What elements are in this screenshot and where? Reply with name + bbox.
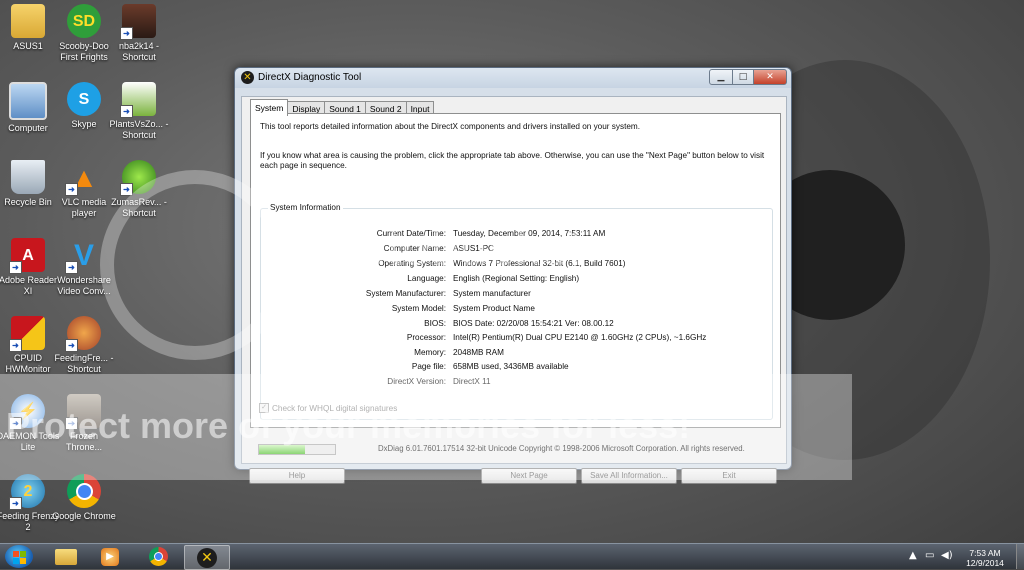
windows-logo-icon (13, 558, 19, 564)
feeding-frenzy-icon: ➜ (65, 316, 101, 352)
watermark-band-text: Protect more of your memories for less! (6, 405, 691, 446)
desktop-icon-label: Recycle Bin (4, 197, 52, 207)
group-title: System Information (268, 203, 343, 212)
info-label: Memory: (414, 348, 446, 357)
recycle-bin-icon (11, 160, 45, 194)
windows-logo-icon (20, 551, 26, 557)
desktop-icon-recycle-bin[interactable]: Recycle Bin (0, 160, 60, 208)
desktop-icon-asus1[interactable]: ASUS1 (0, 4, 60, 52)
info-label: System Model: (391, 304, 446, 313)
taskbar: ▶ ✕ ▲ ▭ ◀) 7:53 AM 12/9/2014 (0, 543, 1024, 570)
tab-system[interactable]: System (250, 99, 289, 116)
windows-explorer-icon (55, 548, 77, 565)
volume-icon[interactable]: ◀) (941, 550, 953, 561)
desktop-icon-label: Skype (71, 119, 97, 129)
minimize-button[interactable]: ▁ (709, 69, 733, 85)
info-value: System manufacturer (453, 289, 531, 298)
computer-icon (9, 82, 47, 120)
desktop-icon-nba2k14[interactable]: ➜ nba2k14 - Shortcut (107, 4, 171, 63)
directx-icon: ✕ (197, 547, 217, 568)
folder-icon (11, 4, 45, 38)
info-row-processor: Processor: Intel(R) Pentium(R) Dual CPU … (261, 333, 772, 345)
desktop-icon-label: Computer (8, 123, 48, 133)
desktop-icon-label: Scooby-Doo First Frights (59, 41, 109, 62)
scooby-doo-game-icon: SD (67, 4, 101, 38)
taskbar-chrome[interactable] (138, 545, 178, 568)
clock[interactable]: 7:53 AM 12/9/2014 (958, 548, 1012, 568)
desktop-icon-adobe-reader[interactable]: A ➜ Adobe Reader XI (0, 238, 60, 297)
show-hidden-icons-icon[interactable]: ▲ (909, 550, 917, 561)
info-label: Processor: (406, 333, 446, 342)
desktop-icon-label: PlantsVsZo... - Shortcut (109, 119, 169, 140)
window-titlebar[interactable]: ✕ DirectX Diagnostic Tool ▁ □ ✕ (235, 68, 791, 88)
desktop-icon-label: Adobe Reader XI (0, 275, 58, 296)
shortcut-arrow-icon: ➜ (65, 183, 78, 196)
shortcut-arrow-icon: ➜ (9, 261, 22, 274)
info-row-memory: Memory: 2048MB RAM (261, 348, 772, 360)
hwmonitor-icon: ➜ (9, 316, 45, 352)
chrome-center-icon (153, 552, 163, 561)
show-desktop-button[interactable] (1016, 544, 1024, 569)
info-row-system-model: System Model: System Product Name (261, 304, 772, 316)
chrome-icon (148, 547, 168, 566)
wondershare-icon: V ➜ (65, 238, 101, 274)
shortcut-arrow-icon: ➜ (9, 339, 22, 352)
clock-time: 7:53 AM (969, 548, 1001, 558)
info-row-system-manufacturer: System Manufacturer: System manufacturer (261, 289, 772, 301)
nba2k14-icon: ➜ (120, 4, 156, 40)
info-label: System Manufacturer: (365, 289, 446, 298)
watermark-ring (100, 170, 290, 360)
shortcut-arrow-icon: ➜ (9, 497, 22, 510)
watermark-logo: photobucket (300, 219, 584, 277)
network-icon[interactable]: ▭ (925, 550, 934, 561)
media-player-icon: ▶ (101, 547, 119, 566)
desktop-icon-label: FeedingFre... - Shortcut (54, 353, 114, 374)
info-value: System Product Name (453, 304, 535, 313)
shortcut-arrow-icon: ➜ (120, 105, 133, 118)
windows-logo-icon (20, 558, 26, 564)
clock-date: 12/9/2014 (966, 558, 1004, 568)
chrome-center-icon (75, 482, 93, 500)
windows-logo-icon (13, 551, 19, 557)
tab-strip: System Display Sound 1 Sound 2 Input (250, 99, 435, 116)
plants-vs-zombies-icon: ➜ (120, 82, 156, 118)
info-value: 658MB used, 3436MB available (453, 362, 569, 371)
desktop-icon-feeding-frenzy-2[interactable]: 2 ➜ Feeding Frenzy 2 (0, 474, 60, 533)
desktop-icon-label: CPUID HWMonitor (5, 353, 51, 374)
desktop-icon-label: VLC media player (61, 197, 107, 218)
adobe-reader-icon: A ➜ (9, 238, 45, 274)
taskbar-media-player[interactable]: ▶ (90, 545, 130, 568)
close-button[interactable]: ✕ (753, 69, 787, 85)
desktop-icon-label: Feeding Frenzy 2 (0, 511, 60, 532)
vlc-icon: ▲ ➜ (65, 160, 101, 196)
maximize-button[interactable]: □ (732, 69, 754, 85)
desktop-icon-google-chrome[interactable]: Google Chrome (52, 474, 116, 522)
desktop-icon-label: ASUS1 (13, 41, 43, 51)
info-value: BIOS Date: 02/20/08 15:54:21 Ver: 08.00.… (453, 319, 614, 328)
desktop-icon-label: Google Chrome (52, 511, 116, 521)
info-row-bios: BIOS: BIOS Date: 02/20/08 15:54:21 Ver: … (261, 319, 772, 331)
desktop-icon-hwmonitor[interactable]: ➜ CPUID HWMonitor (0, 316, 60, 375)
taskbar-directx[interactable]: ✕ (184, 545, 230, 570)
shortcut-arrow-icon: ➜ (120, 27, 133, 40)
shortcut-arrow-icon: ➜ (65, 261, 78, 274)
info-value: 2048MB RAM (453, 348, 504, 357)
desktop-icon-computer[interactable]: Computer (0, 82, 60, 134)
intro-text: This tool reports detailed information a… (260, 122, 640, 131)
desktop-icon-feeding-frenzy[interactable]: ➜ FeedingFre... - Shortcut (52, 316, 116, 375)
info-label: BIOS: (424, 319, 446, 328)
desktop-icon-plants-vs-zombies[interactable]: ➜ PlantsVsZo... - Shortcut (107, 82, 171, 141)
navigation-hint-text: If you know what area is causing the pro… (260, 151, 765, 170)
skype-icon: S (67, 82, 101, 116)
info-row-page-file: Page file: 658MB used, 3436MB available (261, 362, 772, 374)
taskbar-windows-explorer[interactable] (46, 545, 86, 568)
shortcut-arrow-icon: ➜ (65, 339, 78, 352)
start-button[interactable] (5, 545, 33, 568)
window-title: DirectX Diagnostic Tool (258, 72, 362, 83)
info-value: Intel(R) Pentium(R) Dual CPU E2140 @ 1.6… (453, 333, 707, 342)
directx-icon: ✕ (241, 71, 254, 84)
desktop-icon-label: nba2k14 - Shortcut (118, 41, 160, 62)
info-label: Page file: (411, 362, 446, 371)
